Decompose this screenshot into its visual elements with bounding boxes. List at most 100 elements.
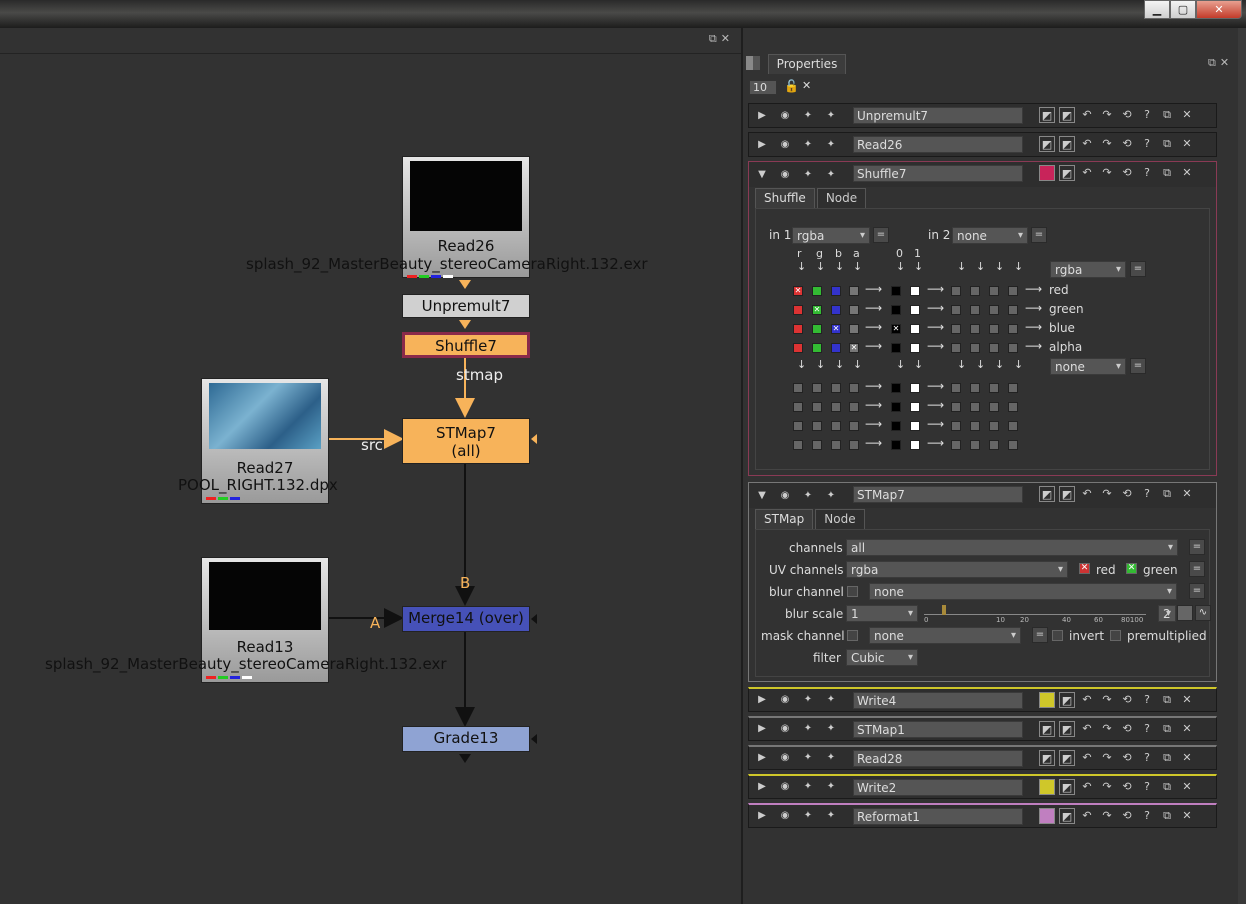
shuffle-src-cell[interactable] bbox=[849, 402, 859, 412]
help-icon[interactable]: ? bbox=[1139, 779, 1155, 795]
revert-icon[interactable]: ⟲ bbox=[1119, 808, 1135, 824]
redo-icon[interactable]: ↷ bbox=[1099, 486, 1115, 502]
expand-icon[interactable]: ▶ bbox=[752, 691, 772, 709]
unpremult7-node[interactable]: Unpremult7 bbox=[402, 294, 530, 318]
float-icon[interactable]: ⧉ bbox=[1159, 692, 1175, 708]
shuffle-src-cell[interactable]: ✕ bbox=[793, 286, 803, 296]
viewer-icon[interactable]: ◉ bbox=[775, 778, 795, 796]
split-button[interactable] bbox=[1177, 605, 1193, 621]
shuffle-out2-cell[interactable] bbox=[970, 324, 980, 334]
gl-color-icon[interactable]: ◩ bbox=[1059, 721, 1075, 737]
in1-dropdown[interactable]: rgba bbox=[792, 227, 870, 244]
panel-stmap1[interactable]: ▶ ◉ ✦ ✦ STMap1 ◩ ◩ ↶ ↷ ⟲? ⧉ ✕ bbox=[748, 716, 1217, 741]
shuffle-src-cell[interactable] bbox=[849, 421, 859, 431]
shuffle-src-cell[interactable] bbox=[812, 286, 822, 296]
shuffle-out2-cell[interactable] bbox=[951, 343, 961, 353]
redo-icon[interactable]: ↷ bbox=[1099, 721, 1115, 737]
color-icon[interactable] bbox=[1039, 808, 1055, 824]
gl-color-icon[interactable]: ◩ bbox=[1059, 750, 1075, 766]
color-icon[interactable]: ◩ bbox=[1039, 136, 1055, 152]
revert-icon[interactable]: ⟲ bbox=[1119, 779, 1135, 795]
center-icon[interactable]: ✦ bbox=[798, 749, 818, 767]
shuffle-one-cell[interactable] bbox=[910, 440, 920, 450]
revert-icon[interactable]: ⟲ bbox=[1119, 136, 1135, 152]
revert-icon[interactable]: ⟲ bbox=[1119, 692, 1135, 708]
shuffle-src-cell[interactable]: ✕ bbox=[849, 343, 859, 353]
close-panel-icon[interactable]: ✕ bbox=[1179, 107, 1195, 123]
center-icon[interactable]: ✦ bbox=[798, 107, 818, 125]
blur-scale-slider[interactable] bbox=[924, 605, 1146, 615]
float-icon[interactable]: ⧉ bbox=[1159, 107, 1175, 123]
shuffle-src-cell[interactable] bbox=[812, 421, 822, 431]
uv-channels-dropdown[interactable]: rgba bbox=[846, 561, 1068, 578]
maximize-button[interactable]: ▢ bbox=[1170, 0, 1196, 19]
shuffle-src-cell[interactable] bbox=[849, 440, 859, 450]
shuffle-zero-cell[interactable] bbox=[891, 305, 901, 315]
shuffle-src-cell[interactable] bbox=[793, 343, 803, 353]
viewer-icon[interactable]: ◉ bbox=[775, 166, 795, 184]
viewer-icon[interactable]: ◉ bbox=[775, 749, 795, 767]
curve-icon[interactable]: ∿ bbox=[1195, 605, 1211, 621]
redo-icon[interactable]: ↷ bbox=[1099, 136, 1115, 152]
viewer-icon[interactable]: ◉ bbox=[775, 136, 795, 154]
blur-channel-dropdown[interactable]: none bbox=[869, 583, 1177, 600]
gl-color-icon[interactable]: ◩ bbox=[1059, 486, 1075, 502]
float-icon[interactable]: ⧉ bbox=[1159, 136, 1175, 152]
gl-color-icon[interactable]: ◩ bbox=[1059, 808, 1075, 824]
help-icon[interactable]: ? bbox=[1139, 165, 1155, 181]
color-icon[interactable]: ◩ bbox=[1039, 107, 1055, 123]
shuffle-out2-cell[interactable] bbox=[970, 383, 980, 393]
color-icon[interactable]: ◩ bbox=[1039, 486, 1055, 502]
shuffle-zero-cell[interactable] bbox=[891, 440, 901, 450]
channels-dropdown[interactable]: all bbox=[846, 539, 1178, 556]
undo-icon[interactable]: ↶ bbox=[1079, 750, 1095, 766]
shuffle-src-cell[interactable] bbox=[793, 383, 803, 393]
shuffle-src-cell[interactable] bbox=[812, 324, 822, 334]
disable-icon[interactable]: ✦ bbox=[821, 166, 841, 184]
undo-icon[interactable]: ↶ bbox=[1079, 165, 1095, 181]
help-icon[interactable]: ? bbox=[1139, 486, 1155, 502]
redo-icon[interactable]: ↷ bbox=[1099, 808, 1115, 824]
shuffle-zero-cell[interactable] bbox=[891, 402, 901, 412]
disable-icon[interactable]: ✦ bbox=[821, 691, 841, 709]
viewer-icon[interactable]: ◉ bbox=[775, 487, 795, 505]
shuffle-zero-cell[interactable] bbox=[891, 421, 901, 431]
shuffle-zero-cell[interactable] bbox=[891, 286, 901, 296]
shuffle-out2-cell[interactable] bbox=[970, 421, 980, 431]
float-icon[interactable]: ⧉ bbox=[1159, 750, 1175, 766]
shuffle-out2-cell[interactable] bbox=[951, 286, 961, 296]
center-icon[interactable]: ✦ bbox=[798, 487, 818, 505]
disable-icon[interactable]: ✦ bbox=[821, 749, 841, 767]
stmap7-node[interactable]: STMap7 (all) bbox=[402, 418, 530, 464]
shuffle7-node[interactable]: Shuffle7 bbox=[402, 332, 530, 358]
center-icon[interactable]: ✦ bbox=[798, 807, 818, 825]
out1-dropdown[interactable]: rgba bbox=[1050, 261, 1126, 278]
redo-icon[interactable]: ↷ bbox=[1099, 165, 1115, 181]
shuffle-src-cell[interactable] bbox=[831, 402, 841, 412]
shuffle-zero-cell[interactable] bbox=[891, 343, 901, 353]
slider-handle[interactable] bbox=[942, 605, 946, 615]
shuffle-out2-cell[interactable] bbox=[989, 286, 999, 296]
help-icon[interactable]: ? bbox=[1139, 721, 1155, 737]
pane-menu-icon[interactable] bbox=[746, 56, 760, 70]
shuffle-src-cell[interactable] bbox=[793, 421, 803, 431]
shuffle-out2-cell[interactable] bbox=[951, 383, 961, 393]
shuffle-src-cell[interactable] bbox=[812, 440, 822, 450]
gl-color-icon[interactable]: ◩ bbox=[1059, 107, 1075, 123]
mask-link-button[interactable]: = bbox=[1032, 627, 1048, 643]
shuffle-src-cell[interactable] bbox=[831, 383, 841, 393]
expand-icon[interactable]: ▶ bbox=[752, 749, 772, 767]
color-icon[interactable] bbox=[1039, 165, 1055, 181]
merge14-node[interactable]: Merge14 (over) bbox=[402, 606, 530, 632]
shuffle-out2-cell[interactable] bbox=[1008, 402, 1018, 412]
node-name-field[interactable]: Write2 bbox=[853, 779, 1023, 796]
shuffle7-header[interactable]: ▼ ◉ ✦ ✦ Shuffle7 ◩ ↶ ↷ ⟲? ⧉ ✕ bbox=[749, 162, 1216, 187]
shuffle-zero-cell[interactable]: ✕ bbox=[891, 324, 901, 334]
blur-scale-extra[interactable]: 2 bbox=[1158, 605, 1176, 622]
in2-dropdown[interactable]: none bbox=[952, 227, 1028, 244]
filter-dropdown[interactable]: Cubic bbox=[846, 649, 918, 666]
help-icon[interactable]: ? bbox=[1139, 750, 1155, 766]
float-icon[interactable]: ⧉ bbox=[1159, 808, 1175, 824]
close-panel-icon[interactable]: ✕ bbox=[1179, 808, 1195, 824]
shuffle-out2-cell[interactable] bbox=[970, 402, 980, 412]
